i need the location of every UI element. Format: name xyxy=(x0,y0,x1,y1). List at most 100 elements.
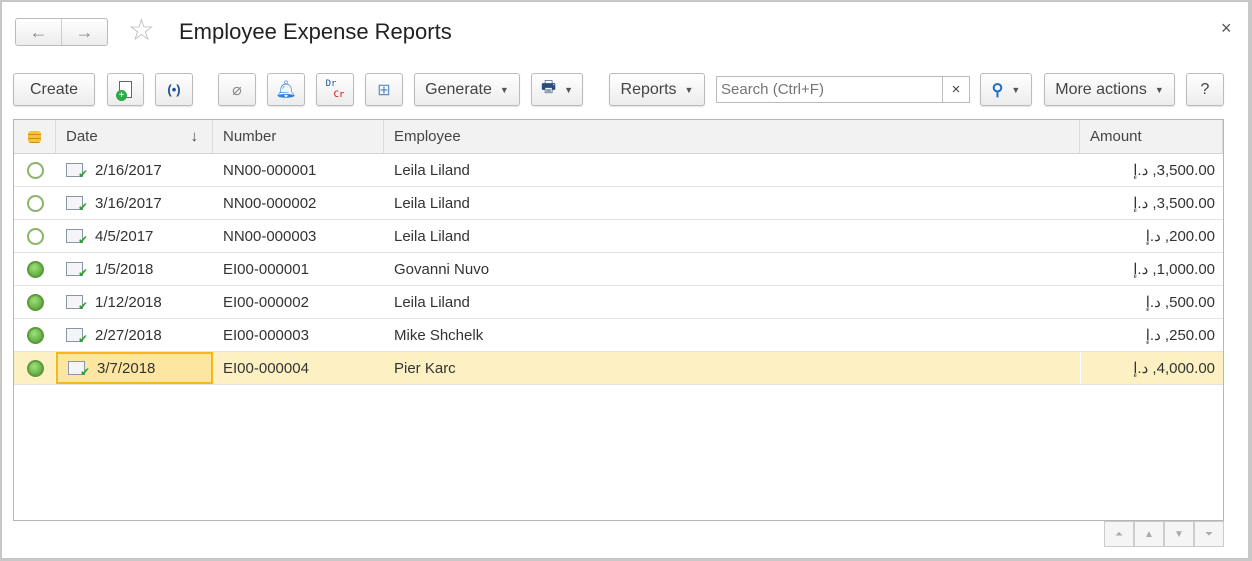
expense-reports-table: Date ↓ Number Employee Amount 2/16/2017 N… xyxy=(13,119,1224,521)
date-cell[interactable]: 1/12/2018 xyxy=(56,286,213,318)
amount-cell[interactable]: 200.00, د.إ xyxy=(1080,220,1223,252)
search-box: × xyxy=(716,76,970,103)
date-cell[interactable]: 3/7/2018 xyxy=(56,352,213,384)
caret-down-icon: ▼ xyxy=(499,84,509,95)
close-button[interactable]: × xyxy=(1221,18,1232,39)
status-cell xyxy=(14,253,56,285)
printer-icon: 🖶 xyxy=(540,79,557,96)
number-cell[interactable]: EI00-000004 xyxy=(213,352,384,384)
date-value: 3/7/2018 xyxy=(97,359,156,377)
document-posted-icon xyxy=(66,196,88,214)
employee-cell[interactable]: Mike Shchelk xyxy=(384,319,1080,351)
search-options-button[interactable]: ⚲ ▼ xyxy=(980,73,1032,106)
caret-down-icon: ▼ xyxy=(1154,84,1164,95)
create-button[interactable]: Create xyxy=(13,73,95,106)
table-row[interactable]: 3/16/2017 NN00-000002 Leila Liland 3,500… xyxy=(14,187,1223,220)
column-date[interactable]: Date ↓ xyxy=(56,120,213,153)
date-value: 4/5/2017 xyxy=(95,227,154,245)
dr-cr-button[interactable]: Dr Cr xyxy=(316,73,354,106)
magnifier-icon: ⚲ xyxy=(991,81,1004,99)
new-document-icon: + xyxy=(116,81,132,101)
structure-button[interactable]: ⊞ xyxy=(365,73,403,106)
document-posted-icon xyxy=(66,229,88,247)
search-input[interactable] xyxy=(717,77,942,102)
broadcast-button[interactable]: (•) xyxy=(155,73,193,106)
posted-status-icon xyxy=(26,326,44,344)
print-button[interactable]: 🖶 ▼ xyxy=(531,73,583,106)
reports-button[interactable]: Reports ▼ xyxy=(609,73,705,106)
date-cell[interactable]: 3/16/2017 xyxy=(56,187,213,219)
status-cell xyxy=(14,286,56,318)
date-value: 3/16/2017 xyxy=(95,194,162,212)
broadcast-icon: (•) xyxy=(167,82,181,97)
number-cell[interactable]: NN00-000002 xyxy=(213,187,384,219)
date-cell[interactable]: 2/27/2018 xyxy=(56,319,213,351)
table-row[interactable]: 2/16/2017 NN00-000001 Leila Liland 3,500… xyxy=(14,154,1223,187)
back-button[interactable]: ← xyxy=(16,19,62,45)
create-copy-button[interactable]: + xyxy=(107,73,144,106)
sort-desc-icon: ↓ xyxy=(190,128,199,145)
notify-button[interactable]: 🔔︎ xyxy=(267,73,305,106)
dr-label: Dr xyxy=(325,78,337,89)
scroll-last-button[interactable]: ⏷ xyxy=(1194,521,1224,547)
status-cell xyxy=(14,352,56,384)
table-row[interactable]: 1/12/2018 EI00-000002 Leila Liland 500.0… xyxy=(14,286,1223,319)
number-cell[interactable]: EI00-000003 xyxy=(213,319,384,351)
table-row[interactable]: 3/7/2018 EI00-000004 Pier Karc 4,000.00,… xyxy=(14,352,1223,385)
employee-cell[interactable]: Govanni Nuvo xyxy=(384,253,1080,285)
attach-button[interactable]: ⌀ xyxy=(218,73,256,106)
date-value: 1/12/2018 xyxy=(95,293,162,311)
amount-cell[interactable]: 4,000.00, د.إ xyxy=(1080,352,1223,384)
unposted-status-icon xyxy=(26,227,44,245)
cr-label: Cr xyxy=(333,89,345,100)
status-cell xyxy=(14,154,56,186)
amount-cell[interactable]: 500.00, د.إ xyxy=(1080,286,1223,318)
document-posted-icon xyxy=(66,262,88,280)
forward-button[interactable]: → xyxy=(62,19,107,45)
number-cell[interactable]: NN00-000003 xyxy=(213,220,384,252)
status-cell xyxy=(14,187,56,219)
date-cell[interactable]: 2/16/2017 xyxy=(56,154,213,186)
column-amount[interactable]: Amount xyxy=(1080,120,1223,153)
scroll-first-button[interactable]: ⏶ xyxy=(1104,521,1134,547)
posted-status-icon xyxy=(26,359,44,377)
employee-cell[interactable]: Leila Liland xyxy=(384,286,1080,318)
column-employee[interactable]: Employee xyxy=(384,120,1080,153)
date-cell[interactable]: 4/5/2017 xyxy=(56,220,213,252)
number-cell[interactable]: EI00-000002 xyxy=(213,286,384,318)
amount-cell[interactable]: 1,000.00, د.إ xyxy=(1080,253,1223,285)
scroll-up-button[interactable]: ▲ xyxy=(1134,521,1164,547)
column-number[interactable]: Number xyxy=(213,120,384,153)
amount-cell[interactable]: 3,500.00, د.إ xyxy=(1080,154,1223,186)
table-header: Date ↓ Number Employee Amount xyxy=(14,120,1223,154)
employee-cell[interactable]: Leila Liland xyxy=(384,154,1080,186)
employee-cell[interactable]: Leila Liland xyxy=(384,187,1080,219)
amount-cell[interactable]: 250.00, د.إ xyxy=(1080,319,1223,351)
table-row[interactable]: 2/27/2018 EI00-000003 Mike Shchelk 250.0… xyxy=(14,319,1223,352)
number-cell[interactable]: EI00-000001 xyxy=(213,253,384,285)
caret-down-icon: ▼ xyxy=(564,84,574,95)
number-cell[interactable]: NN00-000001 xyxy=(213,154,384,186)
amount-cell[interactable]: 3,500.00, د.إ xyxy=(1080,187,1223,219)
table-row[interactable]: 4/5/2017 NN00-000003 Leila Liland 200.00… xyxy=(14,220,1223,253)
posted-status-icon xyxy=(26,293,44,311)
paperclip-icon: ⌀ xyxy=(232,81,242,99)
page-title: Employee Expense Reports xyxy=(179,19,452,44)
date-value: 1/5/2018 xyxy=(95,260,154,278)
scroll-down-button[interactable]: ▼ xyxy=(1164,521,1194,547)
generate-button[interactable]: Generate ▼ xyxy=(414,73,520,106)
caret-down-icon: ▼ xyxy=(1011,84,1021,95)
more-actions-button[interactable]: More actions ▼ xyxy=(1044,73,1175,106)
table-row[interactable]: 1/5/2018 EI00-000001 Govanni Nuvo 1,000.… xyxy=(14,253,1223,286)
help-button[interactable]: ? xyxy=(1186,73,1224,106)
document-posted-icon xyxy=(66,295,88,313)
coins-icon[interactable] xyxy=(14,120,56,153)
employee-cell[interactable]: Leila Liland xyxy=(384,220,1080,252)
status-cell xyxy=(14,319,56,351)
employee-cell[interactable]: Pier Karc xyxy=(384,352,1080,384)
more-actions-label: More actions xyxy=(1055,80,1147,98)
date-cell[interactable]: 1/5/2018 xyxy=(56,253,213,285)
favorite-star-icon[interactable]: ☆ xyxy=(128,16,155,46)
status-cell xyxy=(14,220,56,252)
clear-search-button[interactable]: × xyxy=(942,77,969,102)
